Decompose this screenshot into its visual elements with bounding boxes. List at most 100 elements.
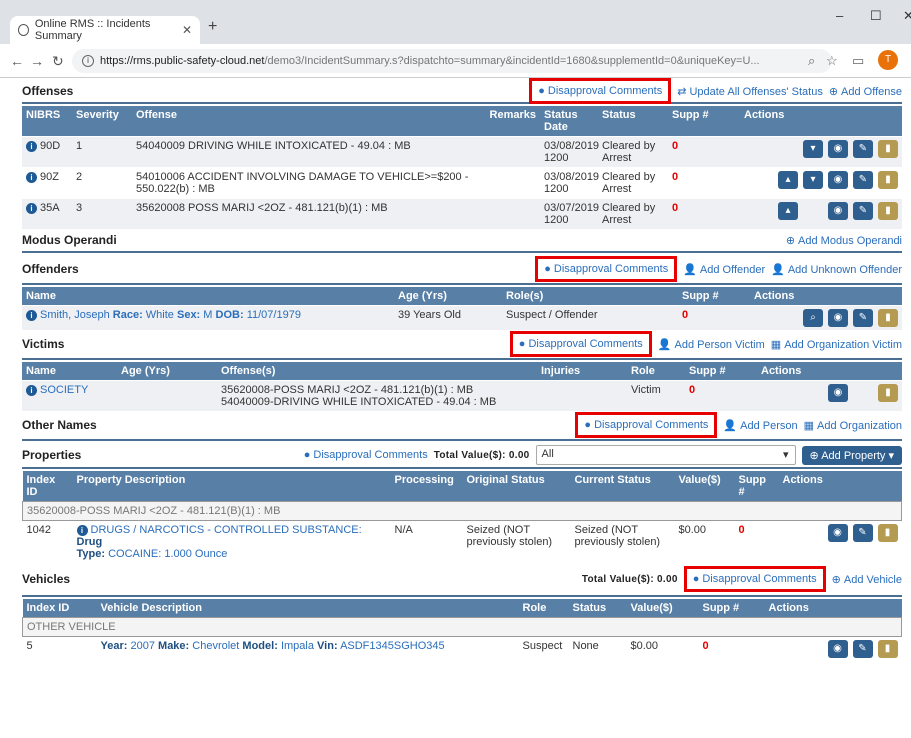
info-icon[interactable]: i [26,310,37,321]
other-names-disapproval-comments-button[interactable]: ● Disapproval Comments [575,412,718,438]
vehicles-header: Vehicles Total Value($): 0.00 ● Disapprov… [22,563,902,597]
supp-num: 0 [698,636,765,661]
age: 39 Years Old [394,305,502,330]
edit-button[interactable]: ✎ [852,524,873,542]
col-severity: Severity [72,106,132,137]
injuries [537,380,627,411]
site-info-icon[interactable]: i [82,55,94,67]
move-up-button[interactable]: ▴ [778,171,798,189]
col-index-id: Index ID [22,599,97,618]
view-button[interactable]: ◉ [827,524,848,542]
delete-button[interactable]: ▮ [878,309,898,327]
move-down-button[interactable]: ▾ [803,171,823,189]
col-name: Name [22,287,394,306]
browser-tab[interactable]: Online RMS :: Incidents Summary ✕ [10,16,200,44]
move-down-button[interactable]: ▾ [803,140,823,158]
offense-desc: 35620008 POSS MARIJ <2OZ - 481.121(b)(1)… [132,198,477,229]
model: Impala [280,640,314,652]
info-icon[interactable]: i [26,141,37,152]
make-label: Make: [158,640,190,652]
vehicles-disapproval-comments-button[interactable]: ● Disapproval Comments [683,566,826,592]
edit-button[interactable]: ✎ [853,140,873,158]
extension-icon[interactable]: ▭ [852,53,864,69]
add-person-victim-button[interactable]: 👤 Add Person Victim [658,338,765,351]
move-up-button[interactable]: ▴ [778,202,798,220]
view-button[interactable]: ◉ [828,384,848,402]
edit-button[interactable]: ✎ [853,309,873,327]
url-host: https://rms.public-safety-cloud.net [100,55,265,67]
edit-button[interactable]: ✎ [852,640,873,658]
status-date: 03/08/2019 1200 [540,167,599,199]
offenders-header: Offenders ● Disapproval Comments 👤 Add Off… [22,255,902,285]
reload-icon[interactable]: ↻ [52,53,64,70]
offender-name[interactable]: Smith, Joseph [40,309,110,321]
delete-button[interactable]: ▮ [878,171,898,189]
add-person-victim-label: Add Person Victim [674,338,765,351]
drug-label: Drug [76,536,103,548]
victims-disapproval-comments-button[interactable]: ● Disapproval Comments [509,331,652,357]
minimize-icon[interactable]: – [836,8,843,23]
close-tab-icon[interactable]: ✕ [182,23,192,37]
add-person-button[interactable]: 👤 Add Person [723,419,797,432]
incident-summary-page: Offenses ● Disapproval Comments ⇄ Update A… [22,78,902,661]
add-property-button[interactable]: ⊕ Add Property ▾ [801,445,902,465]
victim-name[interactable]: SOCIETY [40,384,88,396]
plus-circle-icon: ⊕ [828,85,839,98]
building-icon: ▦ [770,338,782,351]
forward-icon[interactable]: → [30,53,44,69]
edit-button[interactable]: ✎ [853,171,873,189]
search-button[interactable]: ⌕ [803,309,823,327]
edit-button[interactable]: ✎ [853,202,873,220]
col-actions: Actions [764,599,902,618]
update-status-label: Update All Offenses' Status [689,85,823,98]
close-window-icon[interactable]: ✕ [903,8,911,24]
offenders-disapproval-comments-button[interactable]: ● Disapproval Comments [535,256,678,282]
view-button[interactable]: ◉ [828,140,848,158]
bookmark-star-icon[interactable]: ☆ [826,53,838,69]
profile-avatar[interactable]: T [878,50,898,70]
col-status-date: Status Date [540,106,598,137]
view-button[interactable]: ◉ [828,309,848,327]
info-icon[interactable]: i [26,385,37,396]
supp-num: 0 [668,136,740,168]
offenses-disapproval-comments-button[interactable]: ● Disapproval Comments [529,78,672,104]
add-offense-button[interactable]: ⊕ Add Offense [829,85,902,98]
col-value: Value($) [626,599,699,618]
add-offender-button[interactable]: 👤 Add Offender [683,263,765,276]
info-icon[interactable]: i [26,172,37,183]
zoom-icon[interactable]: ⌕ [808,53,815,69]
add-vehicle-button[interactable]: ⊕ Add Vehicle [832,573,902,586]
add-mo-label: Add Modus Operandi [798,234,902,247]
delete-button[interactable]: ▮ [877,640,898,658]
delete-button[interactable]: ▮ [878,140,898,158]
back-icon[interactable]: ← [10,53,24,69]
url-field[interactable]: i https://rms.public-safety-cloud.net/de… [72,49,832,73]
view-button[interactable]: ◉ [828,202,848,220]
delete-button[interactable]: ▮ [877,524,898,542]
delete-button[interactable]: ▮ [878,384,898,402]
view-button[interactable]: ◉ [828,171,848,189]
properties-header: Properties ● Disapproval Comments Total V… [22,443,902,469]
year[interactable]: 2007 [130,640,154,652]
maximize-icon[interactable]: ☐ [870,8,882,24]
properties-disapproval-comments-button[interactable]: ● Disapproval Comments [304,449,428,461]
tab-title: Online RMS :: Incidents Summary [34,18,151,42]
properties-filter-select[interactable]: All [535,445,796,465]
url-path: /demo3/IncidentSummary.s?dispatchto=summ… [264,55,760,67]
new-tab-icon[interactable]: + [208,18,217,36]
info-icon[interactable]: i [26,203,37,214]
add-unknown-offender-button[interactable]: 👤 Add Unknown Offender [771,263,902,276]
add-organization-victim-button[interactable]: ▦ Add Organization Victim [771,338,902,351]
group-row: OTHER VEHICLE [22,617,902,637]
properties-table: Index ID Property Description Processing… [22,471,902,563]
remarks [477,167,540,199]
property-desc[interactable]: DRUGS / NARCOTICS - CONTROLLED SUBSTANCE… [91,524,362,536]
add-organization-button[interactable]: ▦ Add Organization [804,419,902,432]
offenders-title: Offenders [22,262,79,276]
update-all-offenses-status-button[interactable]: ⇄ Update All Offenses' Status [677,85,823,98]
info-icon[interactable]: i [76,525,88,536]
view-button[interactable]: ◉ [827,640,848,658]
add-modus-operandi-button[interactable]: ⊕ Add Modus Operandi [786,234,902,247]
delete-button[interactable]: ▮ [878,202,898,220]
exchange-icon: ⇄ [677,85,687,98]
